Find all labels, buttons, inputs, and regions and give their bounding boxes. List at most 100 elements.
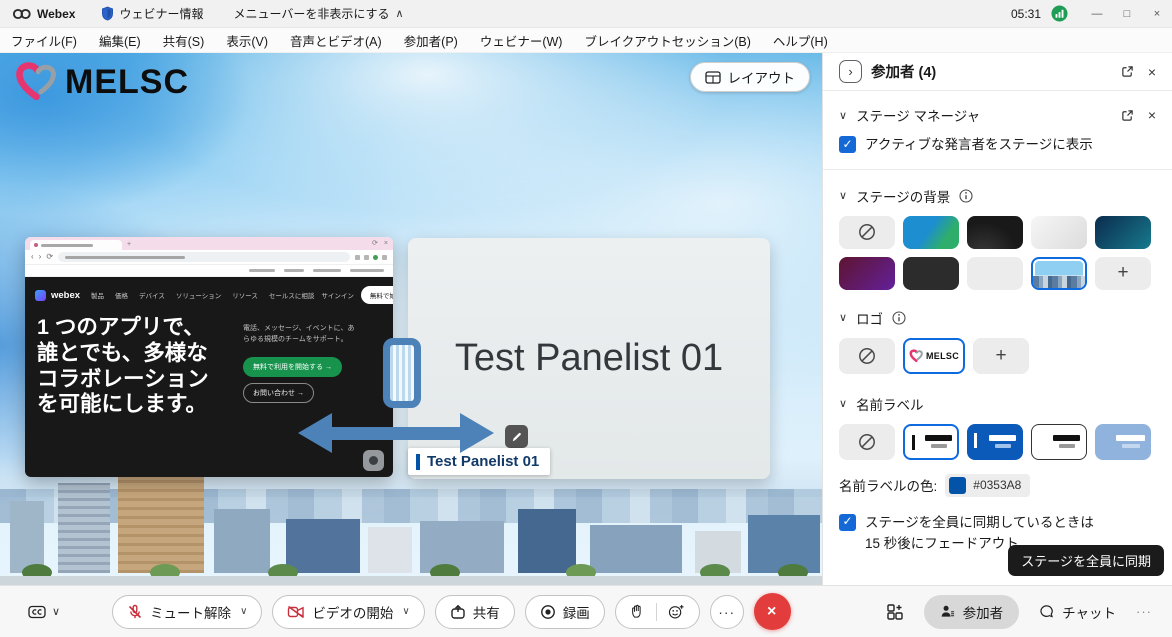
window-close-icon[interactable]: × xyxy=(384,240,388,247)
chevron-down-icon: ∨ xyxy=(839,109,847,122)
sync-stage-button[interactable]: ステージを全員に同期 xyxy=(1008,545,1164,576)
background-swatch-purple[interactable] xyxy=(839,257,895,290)
browser-tab-strip: + ⟳ × xyxy=(25,237,393,250)
start-video-button[interactable]: ビデオの開始 ∨ xyxy=(272,595,424,629)
site-nav-products[interactable]: 製品 xyxy=(91,290,104,300)
site-link-signin[interactable]: サインイン xyxy=(321,290,354,300)
window-restore-icon[interactable]: ⟳ xyxy=(372,240,378,247)
stage-brand-logo: MELSC xyxy=(14,61,189,103)
background-swatch-dark-gray[interactable] xyxy=(903,257,959,290)
hide-menubar-button[interactable]: メニューバーを非表示にする ∧ xyxy=(233,5,403,22)
background-swatch-black[interactable] xyxy=(967,216,1023,249)
site-secondary-button[interactable]: お問い合わせ → xyxy=(243,383,314,403)
more-panels-button[interactable]: ··· xyxy=(1136,604,1152,619)
background-swatch-city-selected[interactable] xyxy=(1031,257,1087,290)
menu-file[interactable]: ファイル(F) xyxy=(0,31,88,50)
emoji-reactions-icon xyxy=(668,604,685,619)
name-label-text: Test Panelist 01 xyxy=(427,453,539,470)
stage-background-section-header[interactable]: ∨ ステージの背景 xyxy=(839,186,1156,206)
pencil-icon xyxy=(511,431,523,443)
chat-toggle-button[interactable]: チャット xyxy=(1039,602,1116,622)
record-button[interactable]: 録画 xyxy=(525,595,605,629)
participants-panel-title: 参加者 (4) xyxy=(871,61,936,82)
apps-icon[interactable] xyxy=(886,603,904,621)
hide-menubar-label: メニューバーを非表示にする xyxy=(233,5,389,22)
menu-share[interactable]: 共有(S) xyxy=(152,31,216,50)
menu-participants[interactable]: 参加者(P) xyxy=(393,31,469,50)
collapse-panel-button[interactable]: › xyxy=(839,60,862,83)
close-stage-manager-icon[interactable]: × xyxy=(1148,108,1156,122)
resize-handle-annotation[interactable] xyxy=(383,338,421,408)
background-swatch-none[interactable] xyxy=(839,216,895,249)
favicon xyxy=(34,243,38,247)
name-label-style-4[interactable] xyxy=(1095,424,1151,460)
add-logo-button[interactable]: + xyxy=(973,338,1029,374)
closed-captions-button[interactable]: ∨ xyxy=(28,605,60,619)
checkbox-checked-icon[interactable]: ✓ xyxy=(839,514,856,531)
new-tab-button[interactable]: + xyxy=(127,241,131,248)
background-swatch-white[interactable] xyxy=(1031,216,1087,249)
site-cta-button[interactable]: 無料で始める xyxy=(361,286,393,304)
name-label-section-title: 名前ラベル xyxy=(856,394,924,414)
site-link-sales[interactable]: セールスに相談 xyxy=(269,290,315,300)
menu-breakout[interactable]: ブレイクアウトセッション(B) xyxy=(573,31,761,50)
logo-swatch-none[interactable] xyxy=(839,338,895,374)
url-field[interactable] xyxy=(58,252,350,262)
edit-name-label-button[interactable] xyxy=(505,425,528,448)
more-options-button[interactable]: ··· xyxy=(710,595,744,629)
site-nav-solutions[interactable]: ソリューション xyxy=(176,290,221,300)
chevron-down-icon: ∨ xyxy=(839,189,847,202)
captions-icon xyxy=(28,605,46,619)
forward-icon[interactable]: › xyxy=(39,253,42,261)
site-primary-button[interactable]: 無料で利用を開始する → xyxy=(243,357,342,377)
name-label-section-header[interactable]: ∨ 名前ラベル xyxy=(839,394,1156,414)
site-nav-resources[interactable]: リソース xyxy=(232,290,258,300)
back-icon[interactable]: ‹ xyxy=(31,253,34,261)
name-label-color-picker[interactable]: #0353A8 xyxy=(945,474,1030,497)
background-swatch-light-gray[interactable] xyxy=(967,257,1023,290)
connection-quality-icon xyxy=(1051,5,1068,22)
background-swatch-blue-green[interactable] xyxy=(903,216,959,249)
menu-view[interactable]: 表示(V) xyxy=(215,31,279,50)
share-button[interactable]: 共有 xyxy=(435,595,515,629)
name-label-style-1-selected[interactable] xyxy=(903,424,959,460)
stage-manager-section-header[interactable]: ∨ ステージ マネージャ × xyxy=(839,103,1156,127)
menu-bar: ファイル(F) 編集(E) 共有(S) 表示(V) 音声とビデオ(A) 参加者(… xyxy=(0,28,1172,53)
chevron-down-icon: ∨ xyxy=(240,606,247,617)
reactions-button[interactable] xyxy=(615,595,700,629)
background-swatch-teal[interactable] xyxy=(1095,216,1151,249)
popout-panel-icon[interactable] xyxy=(1121,65,1134,78)
maximize-button[interactable]: □ xyxy=(1112,0,1142,28)
menu-webinar[interactable]: ウェビナー(W) xyxy=(469,31,574,50)
logo-swatch-melsc-selected[interactable]: MELSC xyxy=(903,338,965,374)
share-label: 共有 xyxy=(473,602,500,622)
panelist-display-name: Test Panelist 01 xyxy=(455,337,723,380)
close-panel-icon[interactable]: × xyxy=(1148,65,1156,79)
popout-stage-manager-icon[interactable] xyxy=(1121,109,1134,122)
site-nav-pricing[interactable]: 価格 xyxy=(115,290,128,300)
participants-toggle-button[interactable]: 参加者 xyxy=(924,595,1020,629)
webex-site-logo-icon xyxy=(35,290,46,301)
close-window-button[interactable]: × xyxy=(1142,0,1172,28)
shared-screen-tile[interactable]: + ⟳ × ‹ › ⟳ webex 製品 価格 xyxy=(25,237,393,477)
webinar-info-button[interactable]: ウェビナー情報 xyxy=(101,5,203,22)
logo-section-header[interactable]: ∨ ロゴ xyxy=(839,308,1156,328)
unmute-button[interactable]: ミュート解除 ∨ xyxy=(112,595,262,629)
reload-icon[interactable]: ⟳ xyxy=(46,253,53,261)
bookmark-blurred xyxy=(350,269,384,272)
layout-button[interactable]: レイアウト xyxy=(690,62,811,92)
active-speaker-checkbox-row[interactable]: ✓ アクティブな発言者をステージに表示 xyxy=(839,135,1156,155)
site-nav-devices[interactable]: デバイス xyxy=(139,290,165,300)
menu-help[interactable]: ヘルプ(H) xyxy=(762,31,839,50)
leave-webinar-button[interactable]: × xyxy=(754,593,791,630)
menu-edit[interactable]: 編集(E) xyxy=(88,31,152,50)
browser-tab[interactable] xyxy=(30,240,122,250)
name-label-style-3[interactable] xyxy=(1031,424,1087,460)
menu-audio-video[interactable]: 音声とビデオ(A) xyxy=(279,31,393,50)
name-label-style-2[interactable] xyxy=(967,424,1023,460)
checkbox-checked-icon[interactable]: ✓ xyxy=(839,136,856,153)
name-label-style-none[interactable] xyxy=(839,424,895,460)
minimize-button[interactable]: — xyxy=(1082,0,1112,28)
webex-site-logo-text: webex xyxy=(51,290,80,301)
add-background-button[interactable]: + xyxy=(1095,257,1151,290)
